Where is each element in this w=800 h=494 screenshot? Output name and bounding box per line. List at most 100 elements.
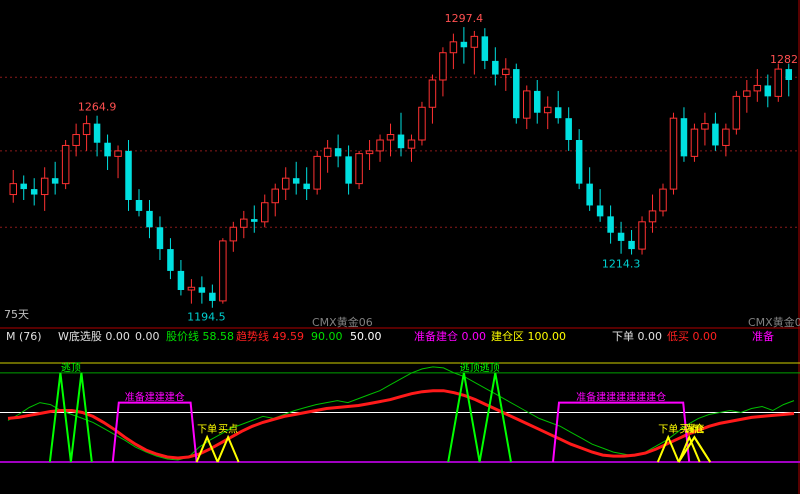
signal-label: 准备建建建建建建仓: [576, 391, 666, 404]
candle-body: [229, 226, 238, 242]
candle-body: [470, 35, 479, 48]
period-label: 75天: [4, 308, 29, 321]
candle-body: [104, 142, 111, 157]
candle-body: [82, 123, 91, 136]
candle-body: [72, 134, 80, 146]
candle-body: [680, 118, 688, 157]
signal-label: 下单: [658, 423, 678, 435]
candle-body: [40, 177, 49, 196]
candle-body: [785, 69, 793, 80]
candle-body: [198, 287, 206, 293]
candle-body: [502, 68, 510, 76]
candle-body: [167, 249, 174, 271]
candle-body: [659, 188, 667, 212]
candle-body: [617, 232, 625, 241]
candle-body: [376, 139, 384, 152]
annotation-left-high: 1264.9: [78, 101, 117, 114]
candle-body: [513, 69, 520, 119]
candle-body: [743, 90, 751, 97]
legend-item: 趋势线 49.59: [236, 330, 304, 343]
candle-body: [648, 210, 657, 223]
candle-body: [240, 218, 248, 228]
candle-body: [61, 144, 70, 185]
signal-label: 下单: [197, 423, 217, 435]
candle-body: [219, 240, 227, 302]
candle-body: [135, 200, 143, 211]
candle-body: [345, 156, 352, 184]
annotation-high: 1297.4: [445, 12, 484, 25]
legend-item: 准备建仓 0.00: [414, 330, 486, 343]
chart-window: { "chart_data": [ { "type": "candlestick…: [0, 0, 800, 494]
legend-item: 股价线 58.58: [166, 330, 234, 343]
legend-item: 0.00: [135, 330, 160, 343]
candle-body: [177, 270, 185, 290]
annotation-low: 1194.5: [187, 311, 226, 324]
candle-body: [628, 240, 635, 250]
legend-item: 建仓区 100.00: [491, 330, 566, 343]
candle-body: [523, 90, 531, 119]
series-line-0: [7, 366, 795, 461]
signal-label: 逃顶: [61, 361, 81, 374]
candle-body: [722, 128, 730, 146]
legend-item: 下单 0.00: [612, 330, 662, 343]
candle-body: [407, 139, 416, 149]
annotation-last: 1282: [770, 53, 798, 66]
candle-body: [565, 118, 572, 140]
candle-body: [292, 178, 300, 184]
signal-label: 准备建建建仓: [125, 391, 185, 404]
legend-item: W底选股 0.00: [58, 330, 130, 343]
legend-item: 低买 0.00: [667, 330, 717, 343]
candle-body: [334, 148, 342, 157]
signal-mark: [447, 372, 512, 463]
candle-body: [418, 106, 426, 141]
candle-body: [607, 216, 614, 233]
candle-body: [543, 106, 552, 114]
signal-mark: [216, 434, 240, 463]
candle-body: [386, 134, 395, 141]
legend-item: 90.00: [311, 330, 343, 343]
watermark-left: CMX黄金06: [312, 315, 373, 329]
candle-body: [554, 107, 562, 119]
legend-item: M (76): [6, 330, 42, 343]
candle-body: [774, 68, 783, 97]
candle-body: [146, 210, 153, 228]
candle-body: [251, 219, 258, 222]
watermark-right: CMX黄金08: [748, 315, 800, 329]
candle-body: [114, 150, 122, 157]
candle-body: [492, 60, 499, 75]
candle-body: [30, 189, 38, 195]
signal-mark: [48, 372, 93, 463]
candle-body: [764, 85, 772, 97]
candle-body: [669, 117, 678, 190]
signal-label: 买点: [218, 423, 238, 435]
candle-body: [701, 123, 709, 130]
candle-body: [261, 202, 269, 223]
candle-body: [460, 41, 468, 48]
candle-body: [323, 147, 332, 157]
candle-body: [575, 140, 583, 184]
signal-label: W底: [684, 422, 704, 435]
candle-body: [596, 205, 604, 217]
legend-item: 50.00: [350, 330, 382, 343]
candle-body: [397, 134, 405, 149]
candle-body: [732, 95, 741, 130]
candle-body: [753, 84, 762, 92]
candle-body: [355, 153, 363, 185]
candle-body: [303, 183, 310, 190]
candle-body: [481, 36, 489, 61]
indicator-legend: M (76) W底选股 0.00 0.00 股价线 58.58 趋势线 49.59 90.…: [0, 329, 800, 345]
candle-body: [271, 188, 279, 204]
candle-body: [51, 178, 59, 184]
candle-body: [533, 90, 541, 113]
candle-body: [365, 150, 374, 155]
candle-body: [638, 221, 646, 250]
candle-body: [125, 150, 132, 200]
candle-body: [281, 177, 290, 190]
candle-body: [712, 123, 719, 146]
candle-body: [209, 292, 216, 301]
candle-body: [187, 286, 196, 291]
candle-body: [313, 155, 321, 190]
candle-body: [586, 183, 593, 206]
candle-body: [93, 123, 101, 143]
candle-body: [439, 52, 447, 81]
